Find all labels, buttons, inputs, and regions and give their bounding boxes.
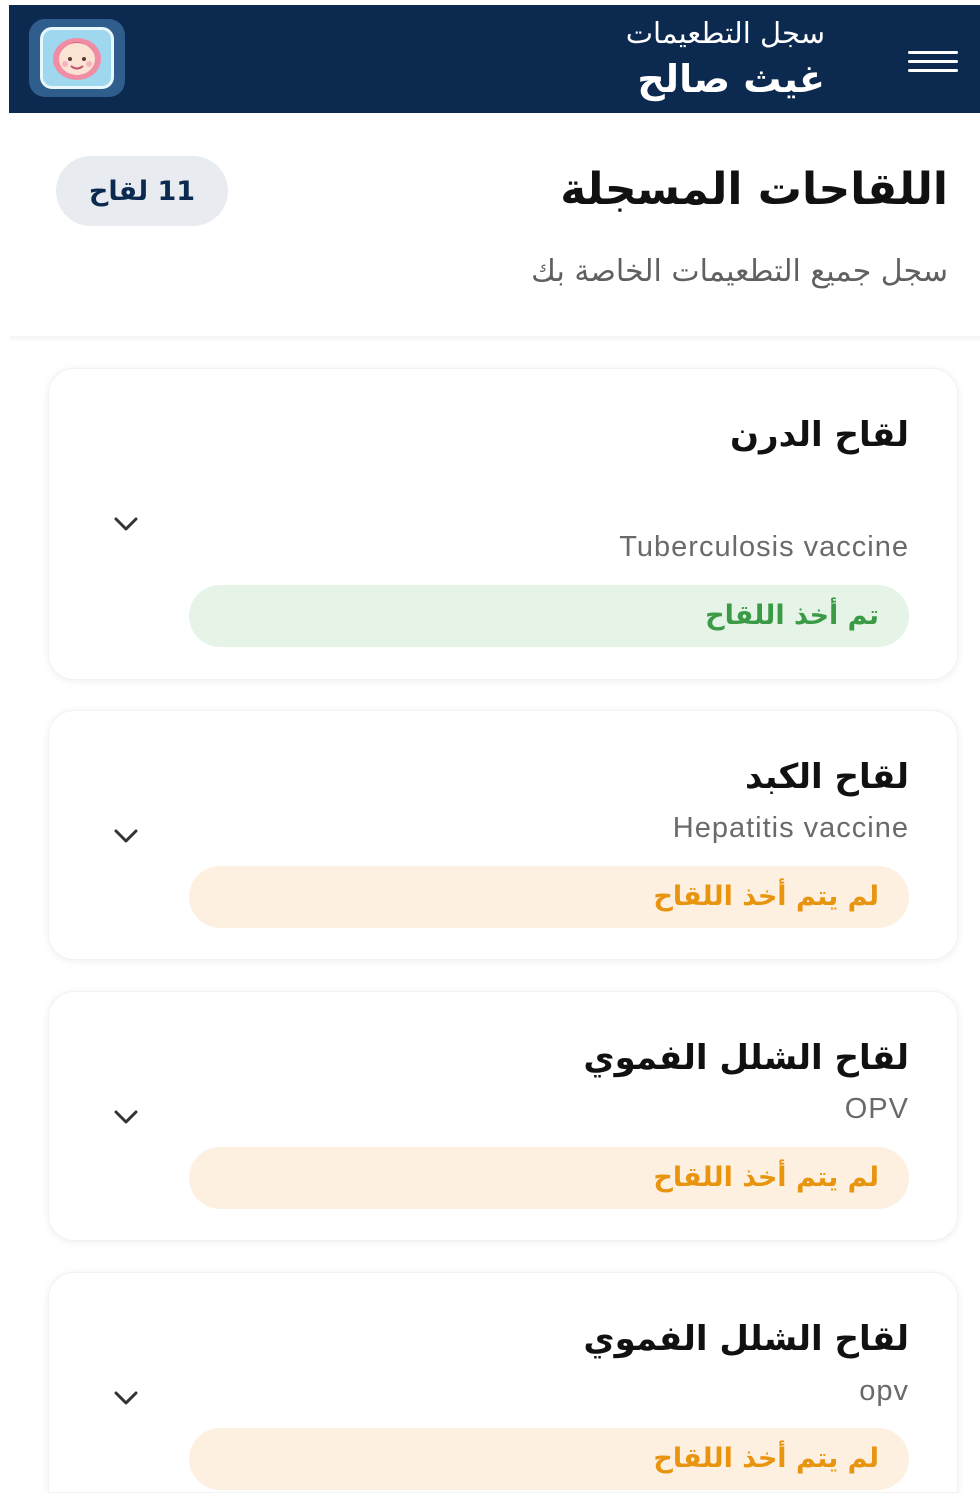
vaccine-name: لقاح الدرن [730, 415, 909, 455]
vaccine-card[interactable]: لقاح الدرن Tuberculosis vaccine تم أخذ ا… [48, 368, 958, 680]
vaccine-card[interactable]: لقاح الشلل الفموي opv لم يتم أخذ اللقاح [48, 1272, 958, 1493]
vaccine-status-badge: لم يتم أخذ اللقاح [189, 1147, 909, 1209]
page-subtitle: سجل جميع التطعيمات الخاصة بك [531, 254, 948, 289]
header-subtitle: سجل التطعيمات [625, 16, 825, 50]
vaccine-name: لقاح الشلل الفموي [583, 1319, 909, 1359]
vaccine-english-name: OPV [844, 1093, 909, 1125]
chevron-down-icon[interactable] [111, 821, 141, 851]
vaccine-card[interactable]: لقاح الشلل الفموي OPV لم يتم أخذ اللقاح [48, 991, 958, 1241]
app-header: سجل التطعيمات غيث صالح [9, 5, 980, 113]
vaccine-status-badge: تم أخذ اللقاح [189, 585, 909, 647]
vaccine-english-name: Hepatitis vaccine [672, 812, 909, 844]
vaccine-status-badge: لم يتم أخذ اللقاح [189, 1428, 909, 1490]
child-name: غيث صالح [637, 57, 825, 101]
header-titles: سجل التطعيمات غيث صالح [626, 13, 825, 105]
page-title: اللقاحات المسجلة [560, 164, 948, 215]
chevron-down-icon[interactable] [111, 1102, 141, 1132]
vaccine-count-badge: 11 لقاح [56, 156, 228, 226]
vaccine-english-name: Tuberculosis vaccine [619, 531, 909, 563]
vaccine-name: لقاح الكبد [744, 757, 909, 797]
vaccine-english-name: opv [859, 1375, 909, 1407]
hamburger-menu-icon[interactable] [908, 41, 958, 81]
vaccine-name: لقاح الشلل الفموي [583, 1038, 909, 1078]
baby-logo-icon[interactable] [29, 19, 125, 97]
vaccine-status-badge: لم يتم أخذ اللقاح [189, 866, 909, 928]
chevron-down-icon[interactable] [111, 1383, 141, 1413]
section-divider [9, 336, 980, 342]
chevron-down-icon[interactable] [111, 509, 141, 539]
vaccine-card[interactable]: لقاح الكبد Hepatitis vaccine لم يتم أخذ … [48, 710, 958, 960]
